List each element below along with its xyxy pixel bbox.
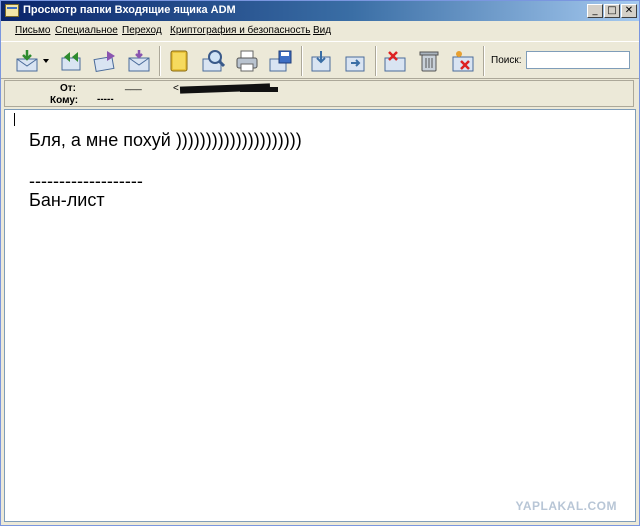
signature-separator: ------------------- xyxy=(29,171,143,191)
search-label: Поиск: xyxy=(491,55,522,66)
menu-crypto[interactable]: Криптография и безопасность xyxy=(170,25,310,36)
menu-bar: Письмо Специальное Переход Криптография … xyxy=(1,22,639,40)
address-book-icon[interactable] xyxy=(167,49,191,73)
forward-icon[interactable] xyxy=(93,49,117,73)
maximize-button[interactable]: □ xyxy=(604,4,620,18)
message-body[interactable]: Бля, а мне похуй ))))))))))))))))))))) -… xyxy=(4,109,636,522)
minimize-button[interactable]: _ xyxy=(587,4,603,18)
reply-icon[interactable] xyxy=(59,49,83,73)
title-bar[interactable]: Просмотр папки Входящие ящика ADM _ □ ✕ xyxy=(1,1,639,21)
message-line: Бля, а мне похуй ))))))))))))))))))))) xyxy=(29,130,302,150)
menu-goto[interactable]: Переход xyxy=(122,25,162,36)
get-mail-icon[interactable] xyxy=(15,49,39,73)
from-name: ___ xyxy=(125,80,142,91)
redaction-mark xyxy=(240,87,278,92)
menu-letter[interactable]: Письмо xyxy=(15,25,50,36)
new-message-icon[interactable] xyxy=(127,49,151,73)
toolbar: Поиск: xyxy=(1,41,639,79)
find-icon[interactable] xyxy=(201,49,225,73)
print-icon[interactable] xyxy=(235,49,259,73)
from-label: От: xyxy=(60,83,77,94)
window-title: Просмотр папки Входящие ящика ADM xyxy=(23,4,236,16)
delete-message-icon[interactable] xyxy=(383,49,407,73)
from-email-bracket: < xyxy=(173,83,179,94)
toolbar-separator xyxy=(483,46,484,76)
watermark: YAPLAKAL.COM xyxy=(515,499,617,513)
toolbar-separator xyxy=(159,46,160,76)
close-button[interactable]: ✕ xyxy=(621,4,637,18)
copy-icon[interactable] xyxy=(343,49,367,73)
mail-window: Просмотр папки Входящие ящика ADM _ □ ✕ … xyxy=(0,0,640,526)
menu-view[interactable]: Вид xyxy=(313,25,331,36)
toolbar-separator xyxy=(375,46,376,76)
toolbar-separator xyxy=(301,46,302,76)
to-label: Кому: xyxy=(50,95,79,106)
menu-special[interactable]: Специальное xyxy=(55,25,118,36)
spam-icon[interactable] xyxy=(451,49,475,73)
trash-icon[interactable] xyxy=(417,49,441,73)
message-header: От: ___ < Кому: ----- xyxy=(4,80,634,107)
save-icon[interactable] xyxy=(269,49,293,73)
signature-text: Бан-лист xyxy=(29,190,105,210)
search-input[interactable] xyxy=(526,51,630,69)
move-icon[interactable] xyxy=(309,49,333,73)
text-caret xyxy=(14,113,15,126)
chevron-down-icon[interactable] xyxy=(43,59,49,63)
folder-icon xyxy=(5,4,19,17)
to-value: ----- xyxy=(97,94,114,105)
